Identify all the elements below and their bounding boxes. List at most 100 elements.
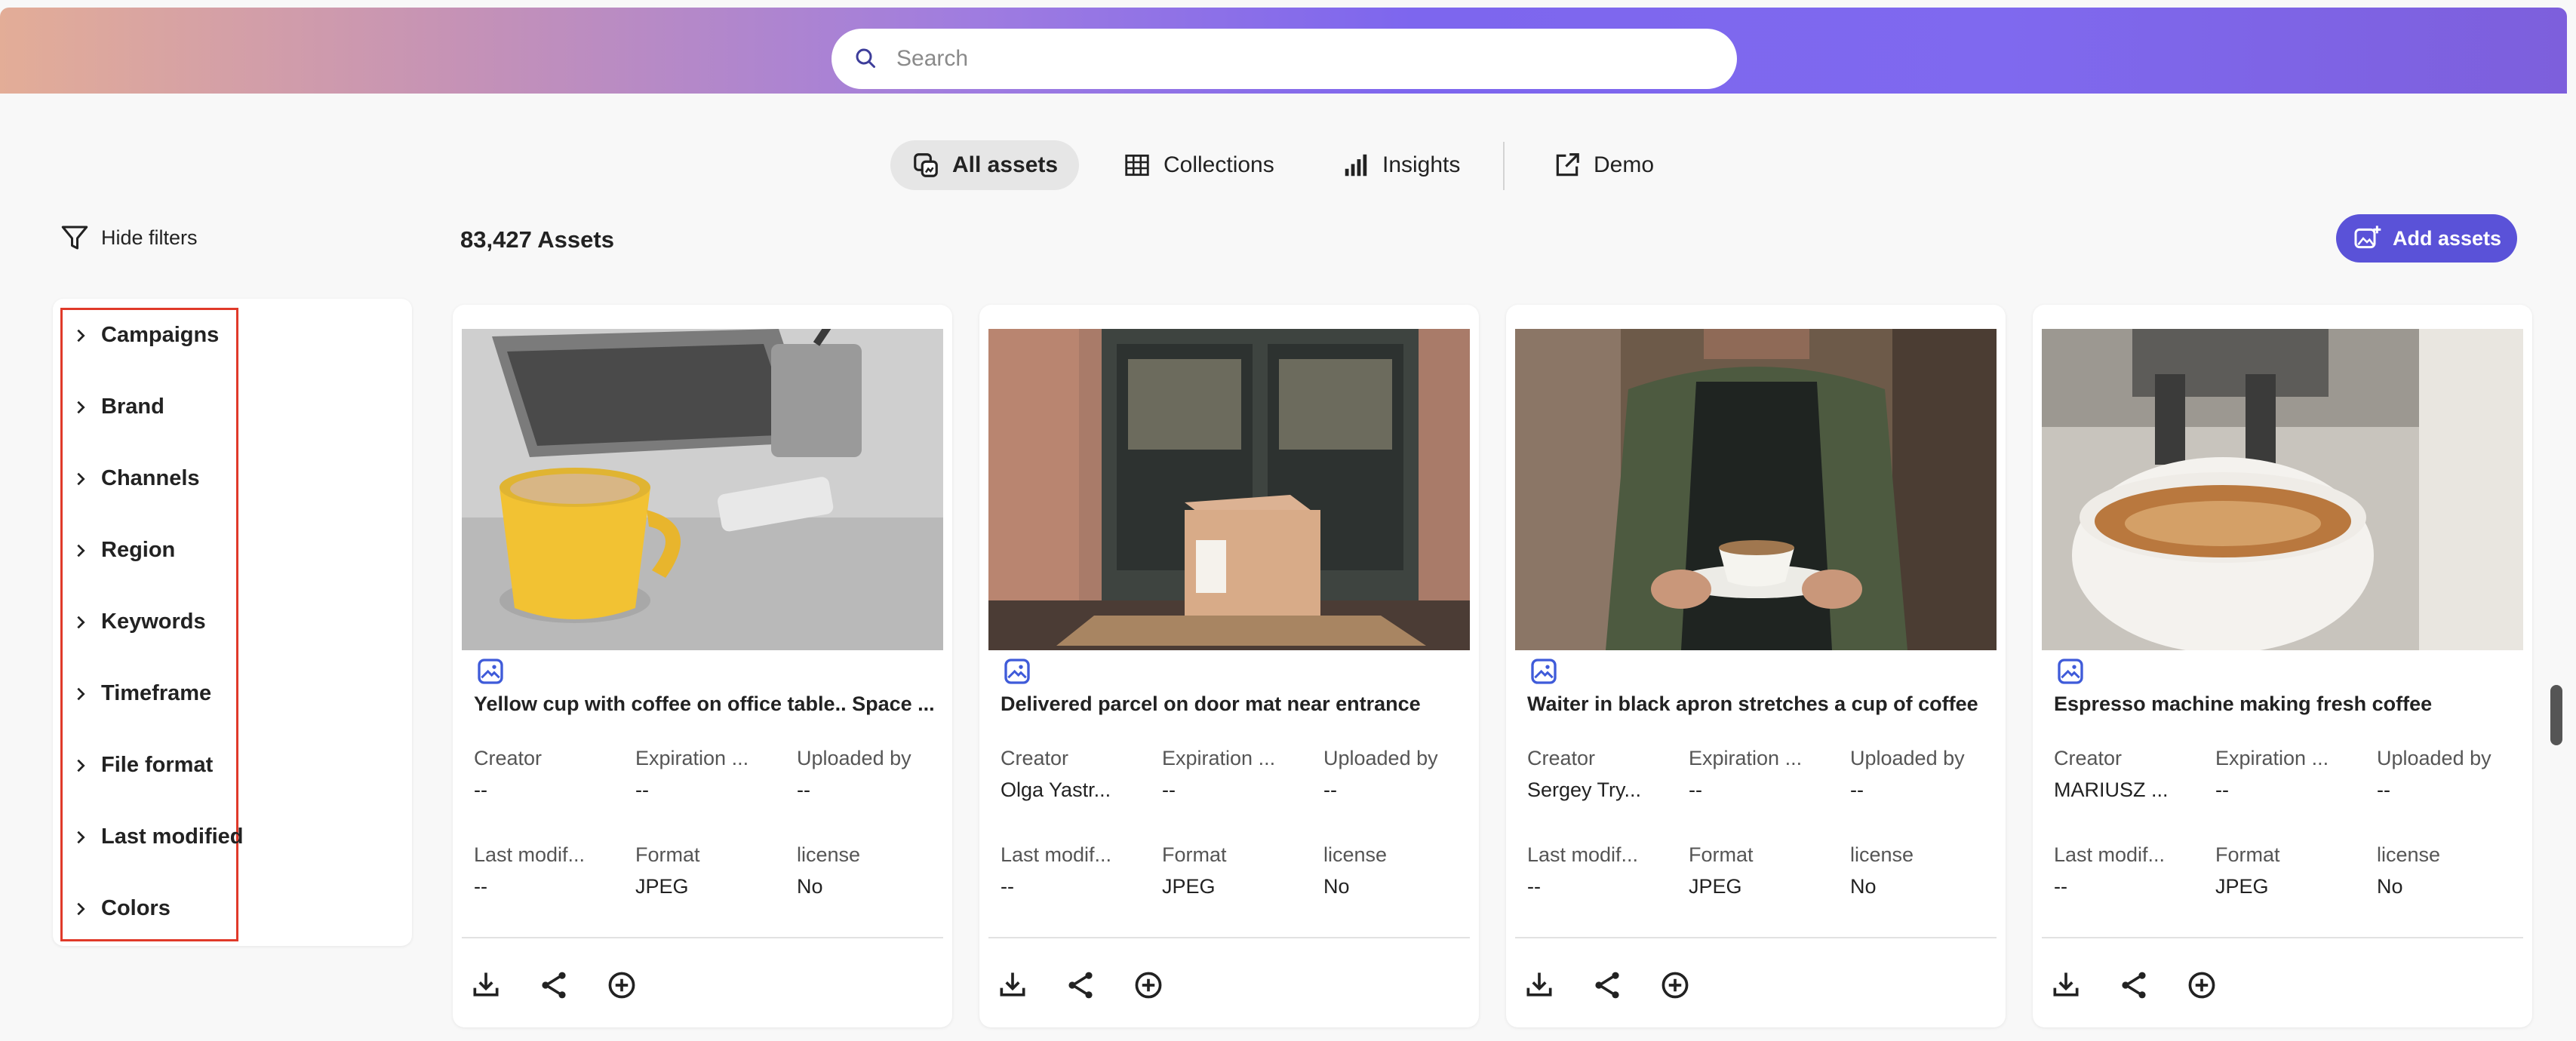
filter-campaigns[interactable]: Campaigns xyxy=(72,323,219,348)
asset-thumbnail[interactable] xyxy=(1515,329,1997,650)
filter-label: Colors xyxy=(101,896,171,920)
asset-title[interactable]: Delivered parcel on door mat near entran… xyxy=(1001,692,1461,716)
bar-chart-icon xyxy=(1345,154,1367,177)
filter-label: Timeframe xyxy=(101,681,212,705)
expiration-value: -- xyxy=(1162,778,1176,801)
format-value: JPEG xyxy=(1162,875,1216,898)
filter-file-format[interactable]: File format xyxy=(72,753,213,778)
card-divider xyxy=(462,937,943,938)
license-value: No xyxy=(2377,875,2403,898)
expiration-value: -- xyxy=(2215,778,2229,801)
creator-value: MARIUSZ ... xyxy=(2054,778,2169,801)
filter-label: Channels xyxy=(101,466,200,490)
thumbnail-image-parcel xyxy=(988,329,1470,650)
add-image-icon xyxy=(2354,226,2381,249)
thumbnail-image-espresso xyxy=(2042,329,2523,650)
tab-collections[interactable]: Collections xyxy=(1102,140,1296,190)
filter-label: File format xyxy=(101,753,214,777)
share-icon[interactable] xyxy=(537,969,570,1002)
add-assets-button[interactable]: Add assets xyxy=(2336,214,2517,263)
format-label: Format xyxy=(1162,843,1227,866)
asset-card[interactable]: Delivered parcel on door mat near entran… xyxy=(979,305,1479,1027)
license-label: license xyxy=(1850,843,1914,866)
add-circle-icon[interactable] xyxy=(605,969,638,1002)
scrollbar-thumb[interactable] xyxy=(2550,685,2562,745)
external-link-icon xyxy=(1556,153,1579,177)
add-assets-label: Add assets xyxy=(2392,226,2502,250)
card-divider xyxy=(988,937,1470,938)
uploaded-by-label: Uploaded by xyxy=(1323,747,1438,769)
expiration-label: Expiration ... xyxy=(635,747,749,769)
filter-brand[interactable]: Brand xyxy=(72,395,164,419)
grid-icon xyxy=(1125,154,1149,177)
share-icon[interactable] xyxy=(1591,969,1624,1002)
asset-card[interactable]: Waiter in black apron stretches a cup of… xyxy=(1506,305,2006,1027)
chevron-right-icon xyxy=(77,759,85,772)
tab-demo[interactable]: Demo xyxy=(1532,140,1675,190)
filter-label: Keywords xyxy=(101,610,206,634)
image-type-icon xyxy=(2058,659,2083,684)
uploaded-by-value: -- xyxy=(797,778,810,801)
search-bar[interactable] xyxy=(832,29,1737,89)
filter-icon xyxy=(61,226,88,250)
filter-last-modified[interactable]: Last modified xyxy=(72,825,244,849)
tab-label: Insights xyxy=(1382,152,1461,177)
tab-label: Demo xyxy=(1594,152,1655,177)
asset-title[interactable]: Yellow cup with coffee on office table..… xyxy=(474,692,934,716)
chevron-right-icon xyxy=(77,831,85,843)
search-input[interactable] xyxy=(896,46,1651,72)
search-icon xyxy=(856,48,875,68)
format-value: JPEG xyxy=(2215,875,2269,898)
asset-title[interactable]: Espresso machine making fresh coffee xyxy=(2054,692,2514,716)
filter-timeframe[interactable]: Timeframe xyxy=(72,681,211,706)
add-circle-icon[interactable] xyxy=(1132,969,1165,1002)
creator-label: Creator xyxy=(474,747,543,769)
tab-insights[interactable]: Insights xyxy=(1320,140,1481,190)
hide-filters-label: Hide filters xyxy=(101,226,198,249)
tab-all-assets[interactable]: All assets xyxy=(890,140,1080,190)
asset-title[interactable]: Waiter in black apron stretches a cup of… xyxy=(1527,692,1987,716)
image-type-icon xyxy=(1531,659,1557,684)
asset-count: 83,427 Assets xyxy=(460,226,614,253)
chevron-right-icon xyxy=(77,616,85,628)
download-icon[interactable] xyxy=(1523,969,1556,1002)
last-modified-value: -- xyxy=(1001,875,1014,898)
format-label: Format xyxy=(2215,843,2280,866)
asset-card[interactable]: Espresso machine making fresh coffee Cre… xyxy=(2033,305,2532,1027)
uploaded-by-label: Uploaded by xyxy=(1850,747,1965,769)
format-label: Format xyxy=(635,843,700,866)
assets-icon xyxy=(914,153,938,177)
download-icon[interactable] xyxy=(469,969,503,1002)
add-circle-icon[interactable] xyxy=(2185,969,2218,1002)
last-modified-label: Last modif... xyxy=(2054,843,2166,866)
filter-colors[interactable]: Colors xyxy=(72,896,171,921)
share-icon[interactable] xyxy=(2117,969,2150,1002)
creator-label: Creator xyxy=(2054,747,2123,769)
hide-filters-button[interactable]: Hide filters xyxy=(59,222,198,253)
chevron-right-icon xyxy=(77,401,85,413)
license-label: license xyxy=(2377,843,2441,866)
header-banner xyxy=(0,8,2567,94)
add-circle-icon[interactable] xyxy=(1658,969,1692,1002)
filter-region[interactable]: Region xyxy=(72,538,175,563)
asset-thumbnail[interactable] xyxy=(988,329,1470,650)
asset-thumbnail[interactable] xyxy=(462,329,943,650)
expiration-value: -- xyxy=(1689,778,1702,801)
creator-label: Creator xyxy=(1527,747,1596,769)
asset-thumbnail[interactable] xyxy=(2042,329,2523,650)
last-modified-value: -- xyxy=(2054,875,2067,898)
last-modified-value: -- xyxy=(1527,875,1541,898)
filter-label: Last modified xyxy=(101,825,244,849)
format-label: Format xyxy=(1689,843,1754,866)
chevron-right-icon xyxy=(77,472,85,485)
filter-keywords[interactable]: Keywords xyxy=(72,610,206,634)
chevron-right-icon xyxy=(77,329,85,342)
asset-card[interactable]: Yellow cup with coffee on office table..… xyxy=(453,305,952,1027)
uploaded-by-label: Uploaded by xyxy=(797,747,911,769)
download-icon[interactable] xyxy=(2049,969,2083,1002)
license-value: No xyxy=(1323,875,1350,898)
download-icon[interactable] xyxy=(996,969,1029,1002)
filter-channels[interactable]: Channels xyxy=(72,466,200,491)
image-type-icon xyxy=(478,659,503,684)
share-icon[interactable] xyxy=(1064,969,1097,1002)
